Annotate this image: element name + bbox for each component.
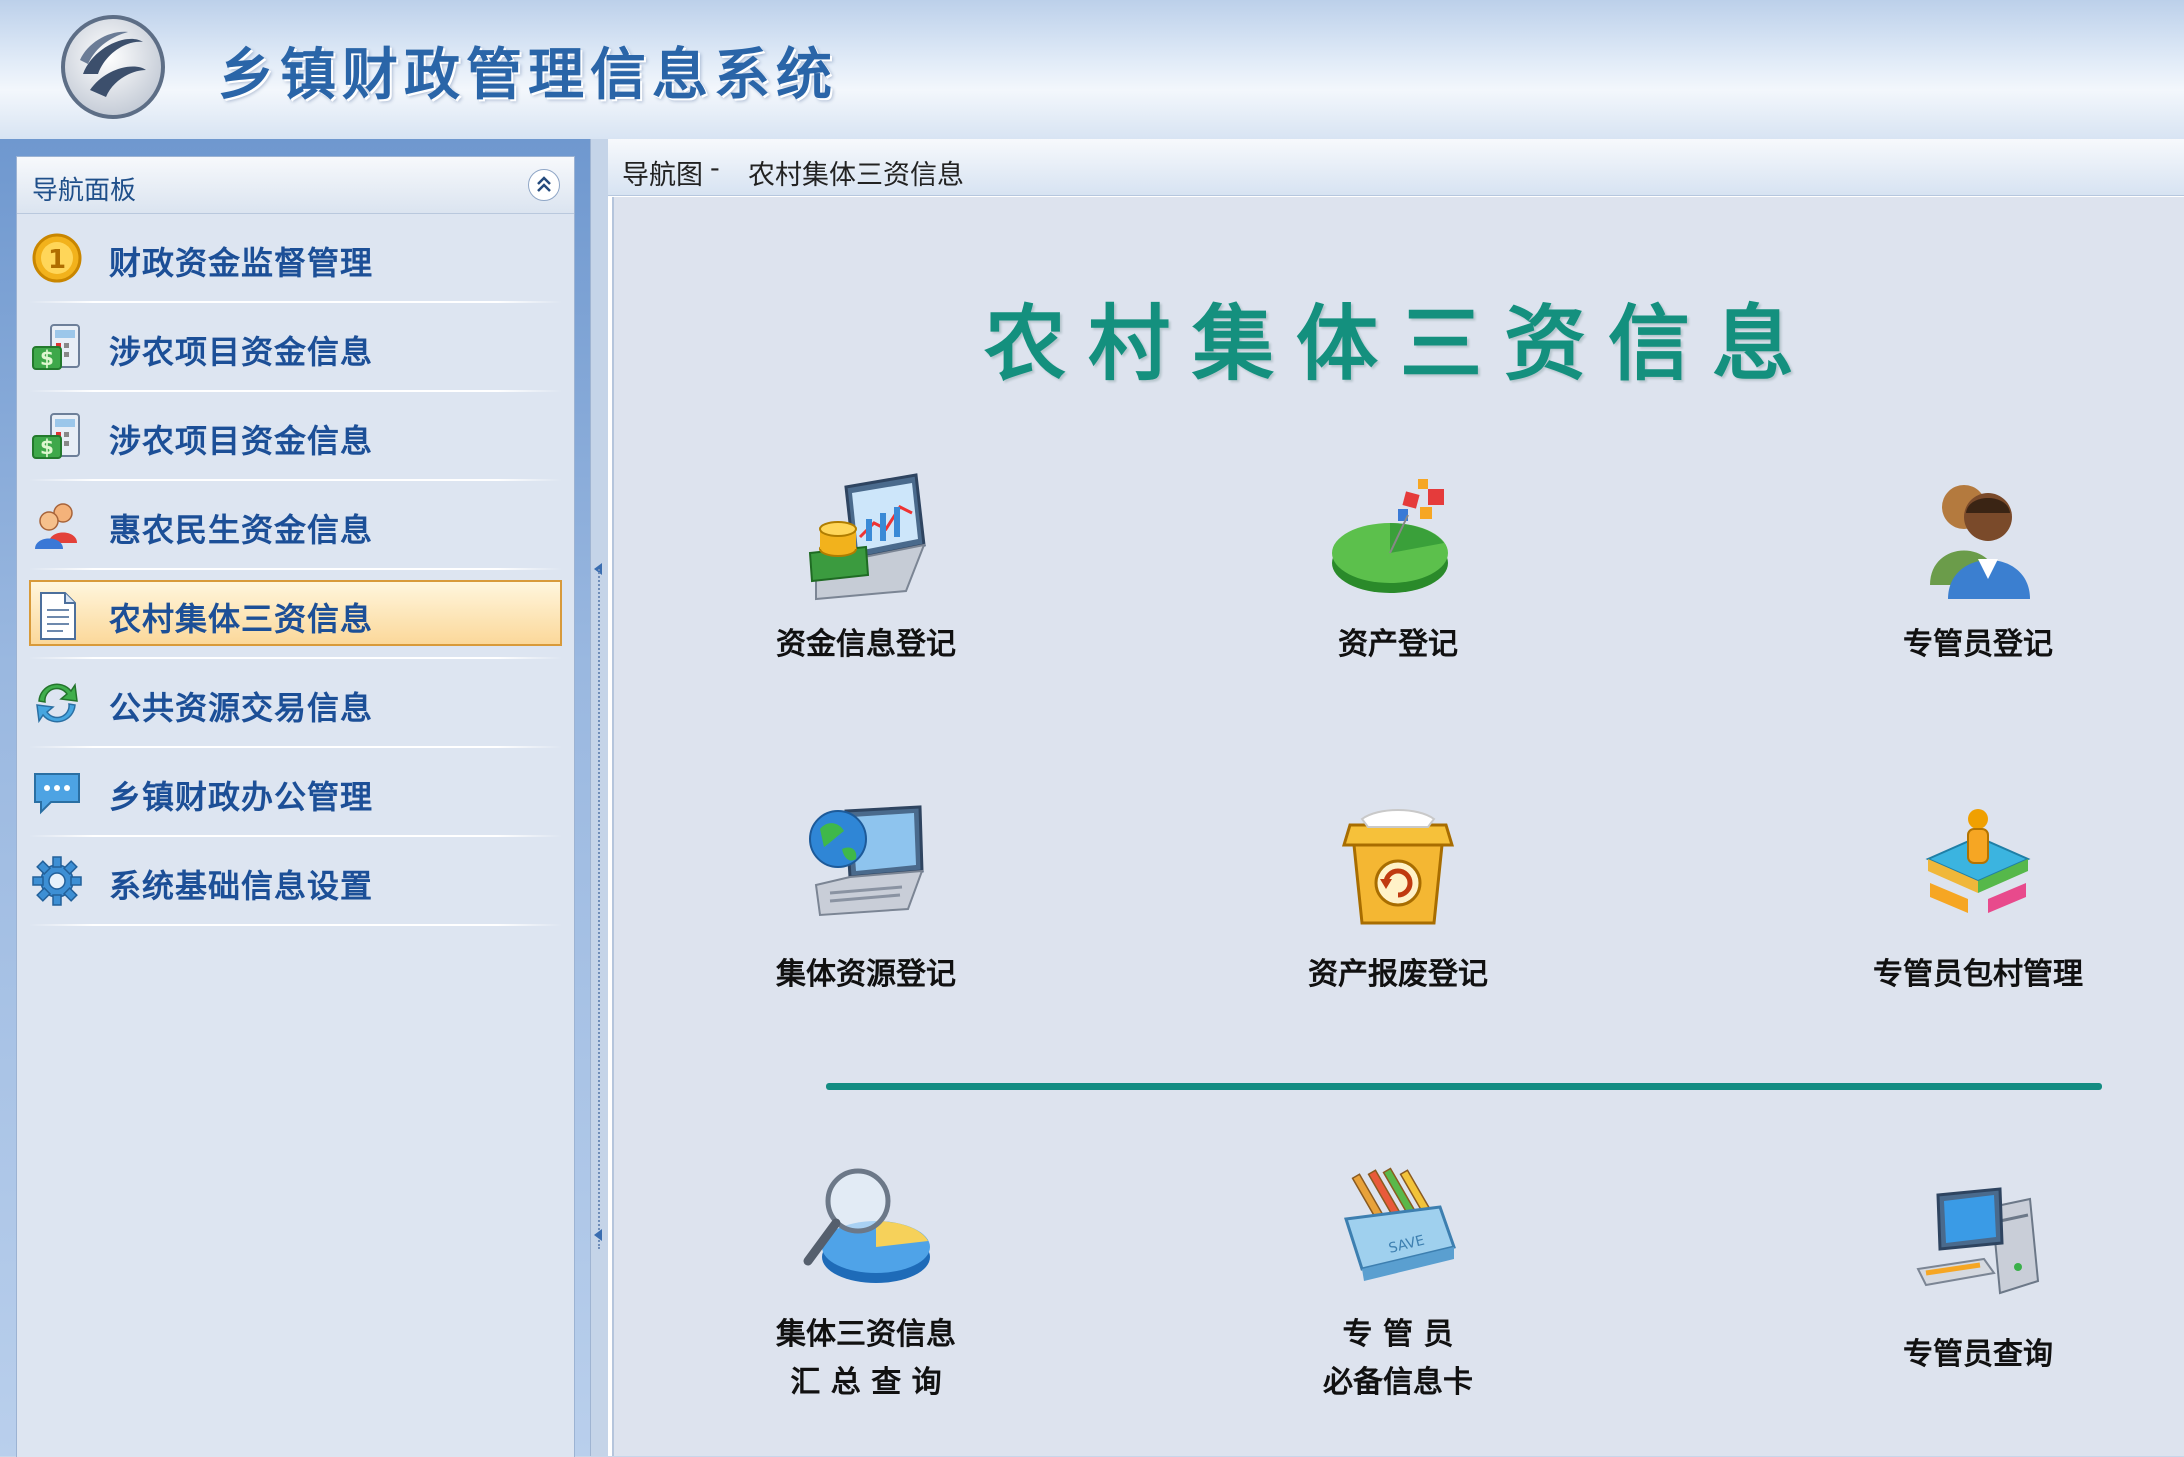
tile-label: 资产登记 xyxy=(1338,627,1458,662)
divider xyxy=(29,924,562,926)
globe-laptop-icon xyxy=(809,805,924,917)
refresh-icon xyxy=(36,682,78,724)
panel-splitter[interactable] xyxy=(590,139,609,1456)
sidebar-item-label: 乡镇财政办公管理 xyxy=(109,778,374,816)
sidebar-item-system-settings[interactable]: 系统基础信息设置 xyxy=(17,837,574,926)
swirl-logo xyxy=(61,15,165,119)
breadcrumb: 导航图 - 农村集体三资信息 xyxy=(608,139,2184,196)
nav-panel-title: 导航面板 xyxy=(32,176,137,206)
gear-icon xyxy=(32,856,82,906)
app-title: 乡镇财政管理信息系统 xyxy=(218,43,838,108)
sidebar-item-label: 公共资源交易信息 xyxy=(109,689,374,727)
collapse-left-arrow-icon[interactable] xyxy=(594,1229,602,1241)
tile-label-line1: 专 管 员 xyxy=(1342,1317,1454,1352)
sidebar-item-agri-project-funds-2[interactable]: $ 涉农项目资金信息 xyxy=(17,392,574,481)
file-tray-icon: SAVE xyxy=(1344,1167,1456,1281)
people-icon xyxy=(1930,485,2030,599)
main-area: 导航图 - 农村集体三资信息 农村集体三资信息 资金信息登记 资产登记 专管员登… xyxy=(608,139,2184,1456)
tile-label: 专管员查询 xyxy=(1903,1337,2053,1372)
sidebar-item-label: 农村集体三资信息 xyxy=(109,600,374,638)
sidebar-item-rural-assets[interactable]: 农村集体三资信息 xyxy=(17,570,574,659)
sidebar-item-label: 财政资金监督管理 xyxy=(109,244,374,282)
tile-manager-village-management[interactable]: 专管员包村管理 xyxy=(1818,797,2138,999)
collapse-button[interactable] xyxy=(528,169,560,201)
nav-panel-header: 导航面板 xyxy=(17,157,574,214)
svg-text:$: $ xyxy=(40,435,54,459)
tile-label-line2: 必备信息卡 xyxy=(1323,1365,1473,1400)
tile-label: 专 管 员 必备信息卡 xyxy=(1238,1311,1558,1407)
double-chevron-up-icon xyxy=(537,176,551,192)
sidebar-item-livelihood-funds[interactable]: 惠农民生资金信息 xyxy=(17,481,574,570)
tile-label: 专管员包村管理 xyxy=(1873,957,2083,992)
tile-asset-summary-query[interactable]: 集体三资信息 汇 总 查 询 xyxy=(706,1157,1026,1407)
sidebar-item-office-management[interactable]: 乡镇财政办公管理 xyxy=(17,748,574,837)
breadcrumb-root[interactable]: 导航图 xyxy=(622,153,703,192)
tile-label: 集体资源登记 xyxy=(776,957,956,992)
sidebar-item-agri-project-funds[interactable]: $ 涉农项目资金信息 xyxy=(17,303,574,392)
tile-collective-resource-registration[interactable]: 集体资源登记 xyxy=(706,797,1026,999)
computer-tower-icon xyxy=(1916,1187,2040,1295)
tile-label: 资产报废登记 xyxy=(1308,957,1488,992)
puzzle-person-icon xyxy=(1925,809,2031,913)
breadcrumb-separator: - xyxy=(710,153,720,184)
tile-label-line2: 汇 总 查 询 xyxy=(790,1365,942,1400)
tile-manager-info-card[interactable]: SAVE 专 管 员 必备信息卡 xyxy=(1238,1157,1558,1407)
magnifier-pie-icon xyxy=(803,1168,930,1283)
tile-label: 资金信息登记 xyxy=(776,627,956,662)
breadcrumb-current: 农村集体三资信息 xyxy=(748,160,964,191)
tile-label-line1: 集体三资信息 xyxy=(776,1317,956,1352)
sidebar-item-label: 惠农民生资金信息 xyxy=(109,511,374,549)
tile-manager-registration[interactable]: 专管员登记 xyxy=(1818,467,2138,669)
users-icon xyxy=(35,503,77,549)
app-header: 乡镇财政管理信息系统 xyxy=(0,0,2184,141)
sidebar-item-label: 系统基础信息设置 xyxy=(109,867,374,905)
page-title: 农村集体三资信息 xyxy=(983,297,1816,392)
sidebar-item-fiscal-supervision[interactable]: 1 财政资金监督管理 xyxy=(17,214,574,303)
tile-fund-registration[interactable]: 资金信息登记 xyxy=(706,467,1026,669)
section-divider xyxy=(826,1083,2102,1090)
money-calculator-icon: $ xyxy=(32,413,80,459)
chat-bubble-icon xyxy=(34,773,80,815)
tile-label: 专管员登记 xyxy=(1903,627,2053,662)
svg-text:1: 1 xyxy=(48,245,66,275)
tile-asset-registration[interactable]: 资产登记 xyxy=(1238,467,1558,669)
gold-coin-icon: 1 xyxy=(32,233,82,283)
sidebar-item-public-resources[interactable]: 公共资源交易信息 xyxy=(17,659,574,748)
sidebar-item-label: 涉农项目资金信息 xyxy=(109,333,374,371)
tile-label: 集体三资信息 汇 总 查 询 xyxy=(706,1311,1026,1407)
money-calculator-icon: $ xyxy=(32,324,80,370)
laptop-coins-icon xyxy=(808,473,926,601)
splitter-grip xyxy=(598,569,602,1249)
navigation-panel: 导航面板 1 财政资金监督管理 $ 涉农项目资金信息 $ 涉农项目资金信息 惠农… xyxy=(16,156,575,1457)
sidebar-item-label: 涉农项目资金信息 xyxy=(109,422,374,460)
svg-text:$: $ xyxy=(40,346,54,370)
pie-chart-icon xyxy=(1332,479,1448,593)
tile-manager-query[interactable]: 专管员查询 xyxy=(1818,1177,2138,1379)
document-icon xyxy=(40,592,76,640)
recycle-box-icon xyxy=(1341,809,1455,925)
tile-asset-disposal[interactable]: 资产报废登记 xyxy=(1238,797,1558,999)
content-panel: 农村集体三资信息 资金信息登记 资产登记 专管员登记 集体资源登记 资产报废登记… xyxy=(612,197,2184,1456)
